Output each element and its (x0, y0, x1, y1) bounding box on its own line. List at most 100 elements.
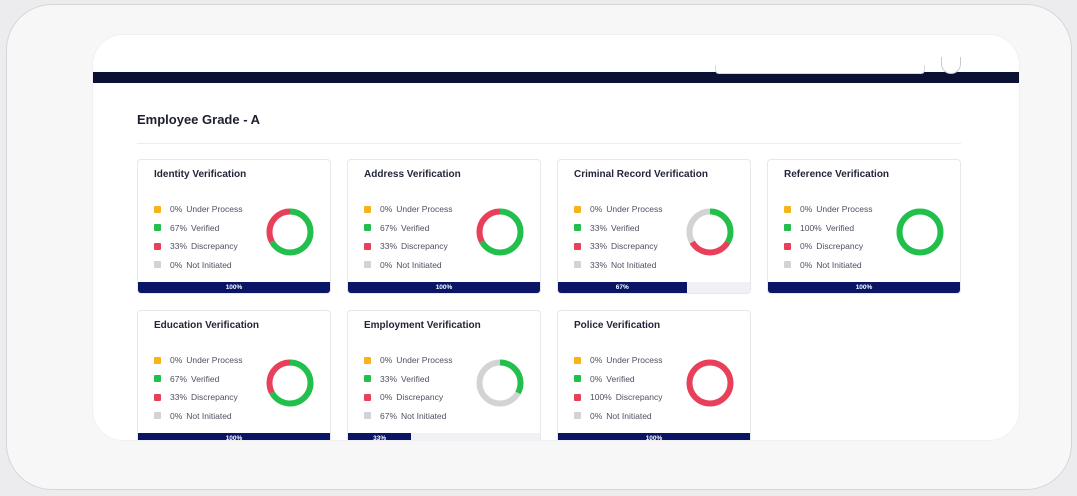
legend-label: Under Process (396, 204, 453, 215)
progress-bar: 100% (138, 433, 330, 440)
legend-item-not-initiated: 0% Not Initiated (364, 256, 453, 275)
legend-swatch (574, 261, 581, 269)
police-verification-card[interactable]: Police Verification 0% Under Process 0% Veri… (557, 310, 751, 440)
legend-item-discrepancy: 0% Discrepancy (784, 237, 873, 256)
legend-percent: 0% (170, 355, 183, 366)
legend-label: Under Process (186, 355, 243, 366)
legend-percent: 0% (170, 204, 183, 215)
legend-item-not-initiated: 0% Not Initiated (154, 407, 243, 426)
legend-swatch (364, 224, 371, 232)
legend-item-verified: 67% Verified (364, 219, 453, 238)
legend-label: Verified (401, 222, 430, 233)
legend-label: Not Initiated (611, 259, 657, 270)
progress-fill-label: 67% (558, 282, 687, 293)
progress-fill-label: 33% (348, 433, 412, 440)
legend-item-not-initiated: 67% Not Initiated (364, 407, 453, 426)
legend-item-under-process: 0% Under Process (364, 200, 453, 219)
legend-percent: 33% (590, 222, 608, 233)
card-title: Identity Verification (154, 169, 247, 180)
legend-swatch (364, 375, 371, 383)
status-legend: 0% Under Process 67% Verified 33% Discrepancy… (154, 200, 243, 274)
progress-fill-label: 100% (138, 433, 330, 440)
legend-swatch (154, 356, 161, 364)
legend-percent: 33% (380, 241, 398, 252)
section-title: Employee Grade - A (137, 112, 261, 127)
status-legend: 0% Under Process 33% Verified 0% Discrepancy 6… (364, 351, 453, 425)
status-legend: 0% Under Process 0% Verified 100% Discrepancy… (574, 351, 663, 425)
status-donut-chart (266, 359, 314, 407)
progress-bar: 33% (348, 433, 540, 440)
legend-item-under-process: 0% Under Process (574, 351, 663, 370)
legend-item-discrepancy: 0% Discrepancy (364, 388, 453, 407)
progress-fill-label: 100% (558, 433, 750, 440)
legend-label: Discrepancy (191, 392, 238, 403)
legend-percent: 0% (800, 241, 813, 252)
legend-label: Verified (825, 222, 855, 233)
legend-swatch (574, 242, 581, 250)
legend-item-verified: 0% Verified (574, 370, 663, 389)
education-verification-card[interactable]: Education Verification 0% Under Process 67%… (137, 310, 331, 440)
legend-label: Not Initiated (186, 410, 232, 421)
progress-bar: 100% (768, 282, 960, 293)
legend-label: Discrepancy (615, 392, 663, 403)
legend-item-discrepancy: 33% Discrepancy (574, 237, 663, 256)
legend-item-under-process: 0% Under Process (574, 200, 663, 219)
legend-percent: 0% (590, 410, 603, 421)
legend-swatch (784, 205, 791, 213)
legend-percent: 67% (380, 410, 398, 421)
legend-percent: 0% (380, 392, 393, 403)
legend-label: Discrepancy (611, 241, 658, 252)
status-legend: 0% Under Process 33% Verified 33% Discrepancy… (574, 200, 663, 274)
legend-label: Under Process (186, 204, 243, 215)
status-legend: 0% Under Process 67% Verified 33% Discrepancy… (364, 200, 453, 274)
legend-percent: 33% (590, 259, 608, 270)
legend-item-verified: 33% Verified (574, 219, 663, 238)
legend-item-discrepancy: 33% Discrepancy (154, 388, 243, 407)
donut-segment-verified (896, 208, 944, 256)
legend-percent: 0% (380, 355, 393, 366)
legend-item-not-initiated: 0% Not Initiated (154, 256, 243, 275)
progress-bar: 100% (138, 282, 330, 293)
legend-swatch (154, 242, 161, 250)
legend-swatch (154, 393, 161, 401)
status-donut-chart (476, 208, 524, 256)
legend-label: Under Process (816, 204, 873, 215)
status-donut-chart (266, 208, 314, 256)
legend-percent: 0% (170, 410, 183, 421)
legend-label: Verified (606, 373, 635, 384)
legend-swatch (364, 205, 371, 213)
legend-label: Verified (191, 222, 220, 233)
address-verification-card[interactable]: Address Verification 0% Under Process 67% Ve… (347, 159, 541, 294)
card-title: Education Verification (154, 320, 260, 331)
legend-percent: 0% (380, 204, 393, 215)
legend-swatch (574, 375, 581, 383)
search-input[interactable] (715, 65, 925, 74)
device-frame: Employee Grade - A Identity Verification… (6, 4, 1072, 490)
identity-verification-card[interactable]: Identity Verification 0% Under Process 67% V… (137, 159, 331, 294)
legend-percent: 33% (380, 373, 398, 384)
progress-bar: 100% (558, 433, 750, 440)
legend-label: Verified (191, 373, 220, 384)
status-legend: 0% Under Process 67% Verified 33% Discrepancy… (154, 351, 243, 425)
employment-verification-card[interactable]: Employment Verification 0% Under Process 33… (347, 310, 541, 440)
legend-percent: 0% (170, 259, 183, 270)
legend-label: Discrepancy (816, 241, 864, 252)
legend-label: Not Initiated (186, 259, 232, 270)
legend-percent: 33% (590, 241, 608, 252)
legend-swatch (574, 393, 581, 401)
legend-percent: 100% (590, 392, 612, 403)
status-donut-chart (476, 359, 524, 407)
card-title: Police Verification (574, 320, 661, 331)
status-donut-chart (686, 208, 734, 256)
card-title: Address Verification (364, 169, 461, 180)
legend-swatch (364, 393, 371, 401)
criminal-record-verification-card[interactable]: Criminal Record Verification 0% Under Proc… (557, 159, 751, 294)
legend-swatch (364, 242, 371, 250)
status-legend: 0% Under Process 100% Verified 0% Discrepancy… (784, 200, 873, 274)
reference-verification-card[interactable]: Reference Verification 0% Under Process 100… (767, 159, 961, 294)
legend-item-discrepancy: 33% Discrepancy (364, 237, 453, 256)
legend-label: Under Process (606, 204, 663, 215)
legend-swatch (154, 412, 161, 420)
legend-item-verified: 100% Verified (784, 219, 873, 238)
legend-swatch (574, 412, 581, 420)
